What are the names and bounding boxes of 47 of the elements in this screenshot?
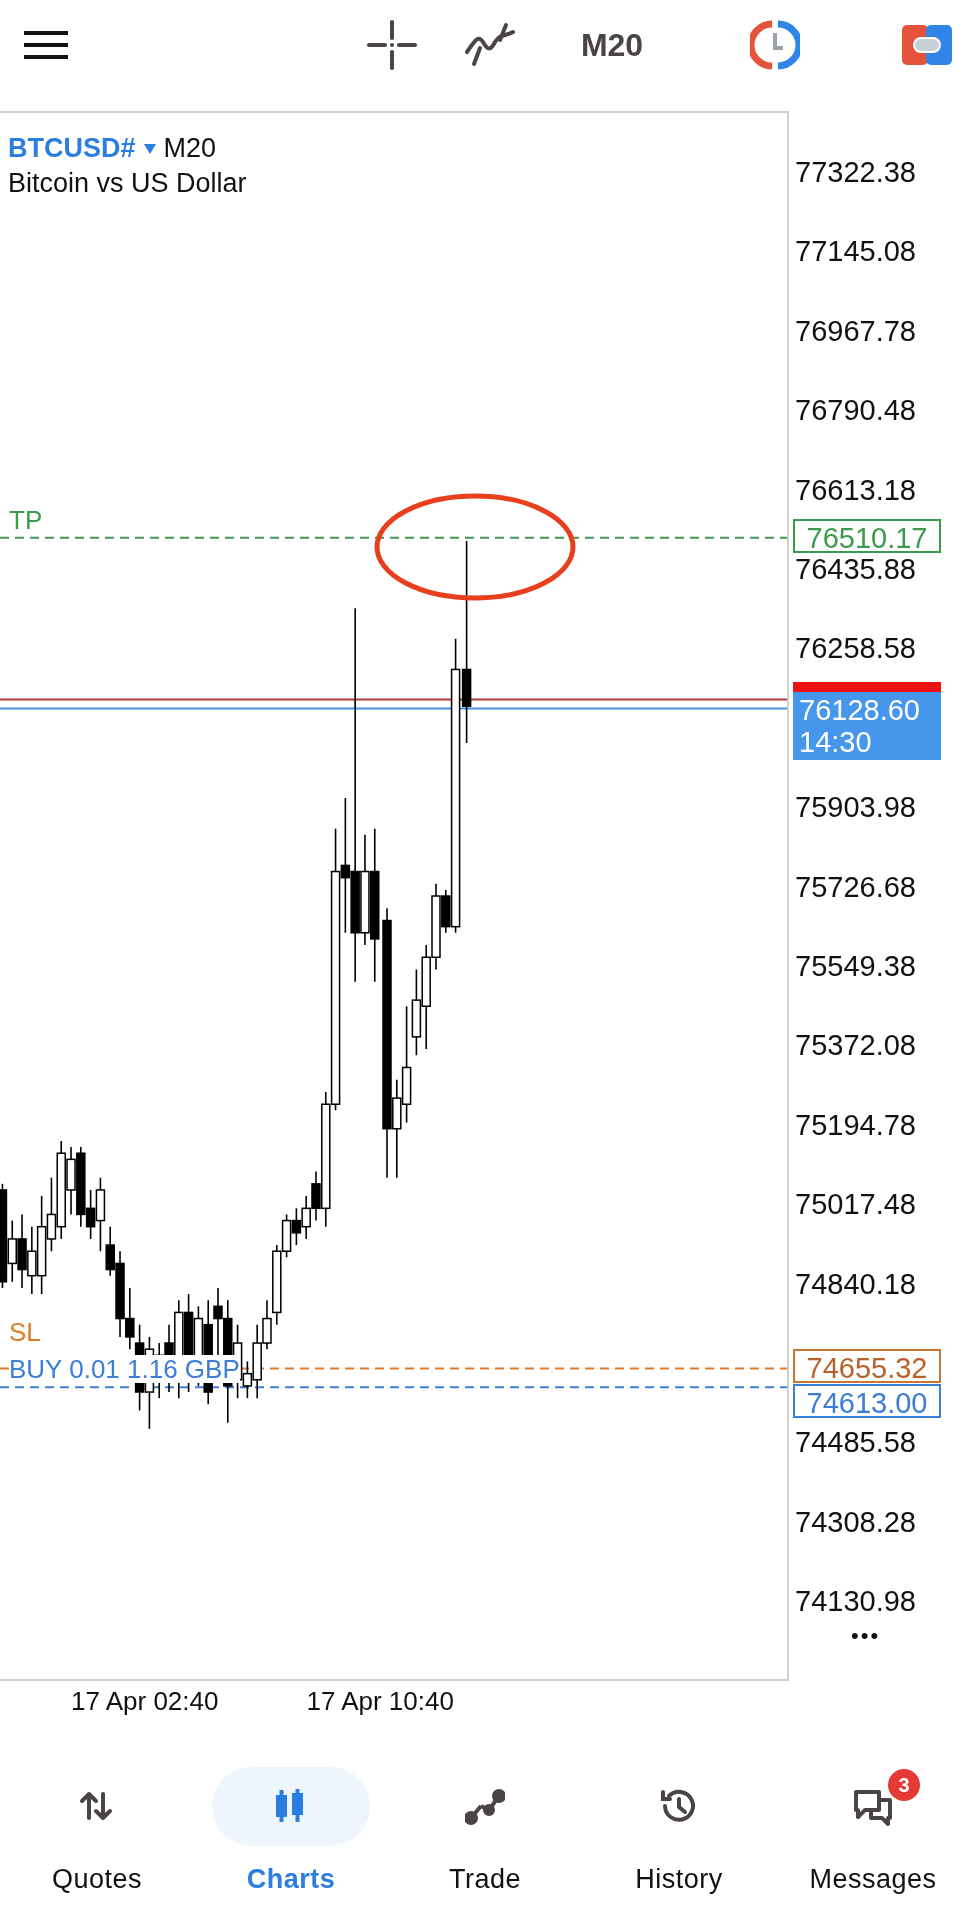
price-tick: 77322.38	[795, 155, 916, 189]
more-button[interactable]: •••	[851, 1623, 881, 1649]
price-tick: 76613.18	[795, 472, 916, 507]
menu-icon[interactable]	[24, 31, 68, 59]
candle	[125, 1287, 135, 1350]
price-tick: 74130.98	[795, 1584, 916, 1619]
candle	[66, 1146, 76, 1216]
crosshair-icon[interactable]	[367, 20, 417, 70]
nav-tab[interactable]: Trade	[388, 1767, 582, 1895]
time-label: 17 Apr 02:40	[71, 1685, 219, 1717]
price-tick: 76967.78	[795, 313, 916, 348]
bid-price-label: 76128.60 14:30	[793, 691, 941, 760]
timeframe-button[interactable]: M20	[580, 26, 644, 64]
nav-tab[interactable]: 3 Messages	[776, 1767, 970, 1895]
toggle-icon[interactable]	[902, 25, 952, 65]
caret-icon[interactable]	[143, 143, 156, 154]
price-tick: 74308.28	[795, 1504, 916, 1539]
trade-icon	[465, 1787, 505, 1826]
nav-tab[interactable]: Quotes	[0, 1767, 194, 1895]
price-tick: 75726.68	[795, 869, 916, 904]
indicator-icon[interactable]	[464, 22, 516, 68]
price-label: 74655.32	[793, 1349, 941, 1384]
price-tick: 74840.18	[795, 1266, 916, 1301]
price-tick: 76258.58	[795, 631, 916, 666]
chart-timeframe: M20	[163, 133, 217, 164]
symbol-description: Bitcoin vs US Dollar	[8, 168, 247, 199]
time-label: 17 Apr 10:40	[306, 1685, 454, 1717]
candle	[291, 1207, 302, 1246]
price-label: 76510.17	[793, 518, 941, 553]
symbol-selector[interactable]: BTCUSD#	[8, 133, 136, 164]
price-tick: 75017.48	[795, 1187, 916, 1222]
price-tick: 76790.48	[795, 393, 916, 428]
price-tick: 77145.08	[795, 234, 916, 269]
price-tick: 75372.08	[795, 1028, 916, 1063]
price-label: 74613.00	[793, 1384, 941, 1419]
candle	[301, 1195, 311, 1240]
price-tick: 76435.88	[795, 552, 916, 586]
candle	[27, 1225, 37, 1295]
line-label: BUY 0.01 1.16 GBP	[9, 1355, 240, 1384]
price-tick: 75903.98	[795, 790, 916, 825]
nav-tab[interactable]: History	[582, 1767, 776, 1895]
badge-count: 3	[888, 1769, 920, 1801]
clock-icon[interactable]	[750, 20, 800, 70]
price-tick: 75549.38	[795, 949, 916, 983]
price-tick: 74485.58	[795, 1425, 916, 1460]
messages-icon	[853, 1787, 893, 1826]
price-tick: 75194.78	[795, 1107, 916, 1142]
